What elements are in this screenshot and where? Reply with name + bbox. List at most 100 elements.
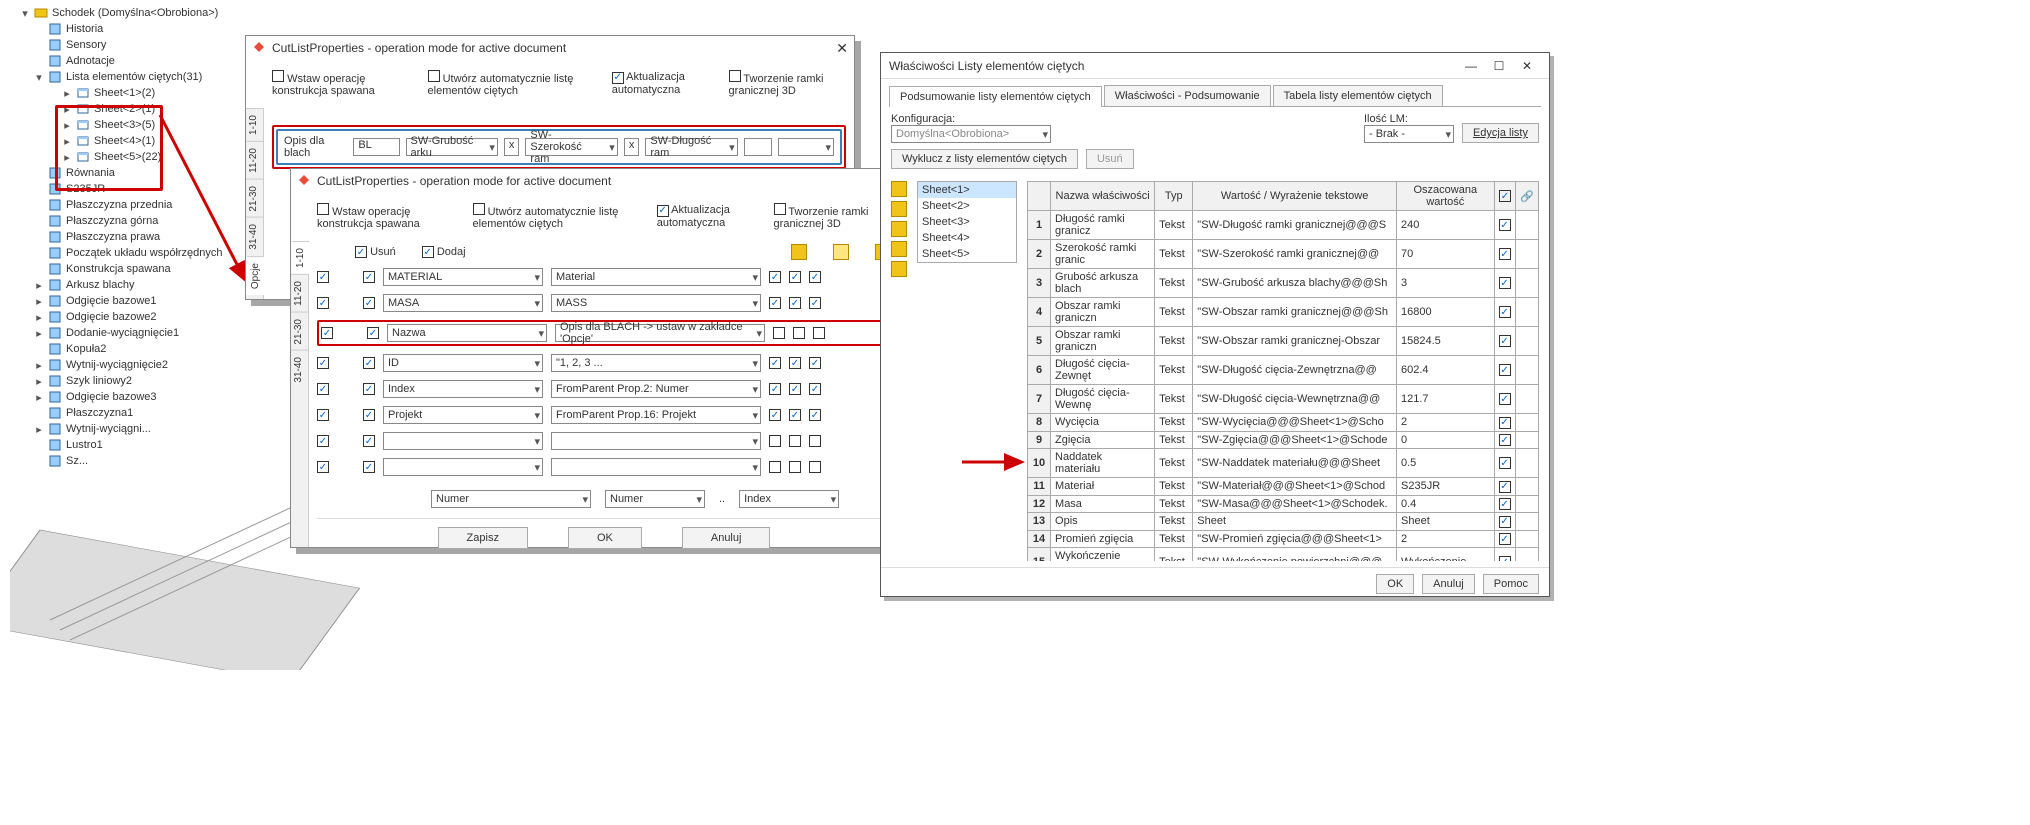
grid-cell-name[interactable]: Wycięcia <box>1051 414 1155 432</box>
grid-header[interactable] <box>1028 182 1051 211</box>
tab-props[interactable]: Właściwości - Podsumowanie <box>1104 85 1271 106</box>
grid-cell-expr[interactable]: "SW-Szerokość ramki granicznej@@ <box>1193 240 1397 269</box>
row-chk-dodaj[interactable] <box>363 409 375 421</box>
grid-cell-type[interactable]: Tekst <box>1155 211 1193 240</box>
list-icon-4[interactable] <box>891 241 907 257</box>
row-field-left[interactable]: Nazwa <box>387 324 547 342</box>
opt2-weld[interactable]: Wstaw operację konstrukcja spawana <box>317 203 459 230</box>
grid-header[interactable] <box>1494 182 1516 211</box>
grid-header[interactable]: 🔗 <box>1516 182 1539 211</box>
row-chk-dodaj[interactable] <box>363 435 375 447</box>
vtab-11-20[interactable]: 11-20 <box>246 141 263 179</box>
sheet-item-4[interactable]: Sheet<4> <box>918 230 1016 246</box>
grid-cell-expr[interactable]: Sheet <box>1193 513 1397 531</box>
grid-cell-link[interactable] <box>1516 327 1539 356</box>
grid-cell-expr[interactable]: "SW-Wykończenie powierzchni@@@ <box>1193 548 1397 562</box>
grid-cell-value[interactable]: Sheet <box>1397 513 1495 531</box>
row-chk-usun[interactable] <box>317 409 329 421</box>
grid-cell-name[interactable]: Długość cięcia-Zewnęt <box>1051 356 1155 385</box>
grid-header[interactable]: Typ <box>1155 182 1193 211</box>
grid-cell-expr[interactable]: "SW-Grubość arkusza blachy@@@Sh <box>1193 269 1397 298</box>
row-chk-usun[interactable] <box>317 383 329 395</box>
row-chk-a[interactable] <box>769 297 781 309</box>
row-chk-b[interactable] <box>789 461 801 473</box>
row-field-right[interactable]: Material <box>551 268 761 286</box>
grid-cell-value[interactable]: 3 <box>1397 269 1495 298</box>
grid-cell-value[interactable]: 0 <box>1397 431 1495 449</box>
sel-grubosc[interactable]: SW-Grubość arku <box>406 138 498 156</box>
tree-item[interactable]: Historia <box>34 21 230 37</box>
grid-row[interactable]: 4Obszar ramki granicznTekst"SW-Obszar ra… <box>1028 298 1539 327</box>
vtab2-1-10[interactable]: 1-10 <box>291 241 309 274</box>
row-field-right[interactable]: "1, 2, 3 ... <box>551 354 761 372</box>
bottom-index[interactable]: Index <box>739 490 839 508</box>
grid-cell-name[interactable]: Grubość arkusza blach <box>1051 269 1155 298</box>
row-chk-c[interactable] <box>809 271 821 283</box>
grid-cell-chk[interactable] <box>1494 431 1516 449</box>
vtab-31-40[interactable]: 31-40 <box>246 217 263 256</box>
vtab2-31-40[interactable]: 31-40 <box>291 350 308 389</box>
maximize-icon[interactable]: ☐ <box>1485 55 1513 77</box>
header-usun[interactable]: Usuń <box>355 246 396 259</box>
grid-cell-link[interactable] <box>1516 385 1539 414</box>
grid-cell-value[interactable]: 2 <box>1397 414 1495 432</box>
tree-item[interactable]: ▸Szyk liniowy2 <box>34 373 230 389</box>
grid-cell-value[interactable]: 2 <box>1397 530 1495 548</box>
row-field-left[interactable]: ID <box>383 354 543 372</box>
row-field-right[interactable] <box>551 458 761 476</box>
row-chk-c[interactable] <box>813 327 825 339</box>
vtab-1-10[interactable]: 1-10 <box>246 108 263 141</box>
grid-cell-type[interactable]: Tekst <box>1155 414 1193 432</box>
row-chk-dodaj[interactable] <box>363 461 375 473</box>
grid-cell-type[interactable]: Tekst <box>1155 327 1193 356</box>
grid-row[interactable]: 5Obszar ramki granicznTekst"SW-Obszar ra… <box>1028 327 1539 356</box>
row-chk-usun[interactable] <box>321 327 333 339</box>
row-chk-a[interactable] <box>769 357 781 369</box>
row-field-right[interactable]: Opis dla BLACH -> ustaw w zakładce 'Opcj… <box>555 324 765 342</box>
tree-item[interactable]: Sensory <box>34 37 230 53</box>
grid-cell-expr[interactable]: "SW-Zgięcia@@@Sheet<1>@Schode <box>1193 431 1397 449</box>
grid-cell-name[interactable]: Wykończenie powierzc <box>1051 548 1155 562</box>
grid-cell-link[interactable] <box>1516 513 1539 531</box>
close-icon[interactable]: ✕ <box>836 40 848 57</box>
grid-cell-chk[interactable] <box>1494 478 1516 496</box>
row-field-right[interactable]: FromParent Prop.2: Numer <box>551 380 761 398</box>
row-chk-usun[interactable] <box>317 435 329 447</box>
grid-row[interactable]: 2Szerokość ramki granicTekst"SW-Szerokoś… <box>1028 240 1539 269</box>
grid-row[interactable]: 1Długość ramki graniczTekst"SW-Długość r… <box>1028 211 1539 240</box>
tree-item[interactable]: ▸Odgięcie bazowe1 <box>34 293 230 309</box>
row-chk-dodaj[interactable] <box>367 327 379 339</box>
grid-header[interactable]: Nazwa właściwości <box>1051 182 1155 211</box>
bottom-numer2[interactable]: Numer <box>605 490 705 508</box>
header-dodaj[interactable]: Dodaj <box>422 246 466 259</box>
props-help-button[interactable]: Pomoc <box>1483 574 1539 594</box>
grid-cell-chk[interactable] <box>1494 385 1516 414</box>
list-icon-2[interactable] <box>891 201 907 217</box>
ilosc-select[interactable]: - Brak - <box>1364 125 1454 143</box>
row-chk-a[interactable] <box>769 383 781 395</box>
grid-cell-expr[interactable]: "SW-Wycięcia@@@Sheet<1>@Scho <box>1193 414 1397 432</box>
opt-weld[interactable]: Wstaw operację konstrukcja spawana <box>272 70 414 97</box>
bottom-numer1[interactable]: Numer <box>431 490 591 508</box>
grid-cell-link[interactable] <box>1516 530 1539 548</box>
vtab2-11-20[interactable]: 11-20 <box>291 274 308 312</box>
grid-cell-value[interactable]: 16800 <box>1397 298 1495 327</box>
field-ex1[interactable] <box>744 138 772 156</box>
row-field-right[interactable]: MASS <box>551 294 761 312</box>
tree-item[interactable]: ▸Wytnij-wyciągnięcie2 <box>34 357 230 373</box>
grid-cell-expr[interactable]: "SW-Długość cięcia-Zewnętrzna@@ <box>1193 356 1397 385</box>
grid-cell-value[interactable]: 70 <box>1397 240 1495 269</box>
row-field-left[interactable]: MATERIAL <box>383 268 543 286</box>
grid-row[interactable]: 6Długość cięcia-ZewnętTekst"SW-Długość c… <box>1028 356 1539 385</box>
grid-cell-name[interactable]: Masa <box>1051 495 1155 513</box>
grid-cell-chk[interactable] <box>1494 211 1516 240</box>
row-chk-a[interactable] <box>773 327 785 339</box>
konf-select[interactable]: Domyślna<Obrobiona> <box>891 125 1051 143</box>
grid-row[interactable]: 8WycięciaTekst"SW-Wycięcia@@@Sheet<1>@Sc… <box>1028 414 1539 432</box>
list-icon-3[interactable] <box>891 221 907 237</box>
grid-cell-link[interactable] <box>1516 449 1539 478</box>
opt2-autoupdate[interactable]: Aktualizacja automatyczna <box>657 204 760 229</box>
grid-cell-value[interactable]: Wykończenie <box>1397 548 1495 562</box>
grid-cell-type[interactable]: Tekst <box>1155 298 1193 327</box>
grid-row[interactable]: 7Długość cięcia-WewnęTekst"SW-Długość ci… <box>1028 385 1539 414</box>
